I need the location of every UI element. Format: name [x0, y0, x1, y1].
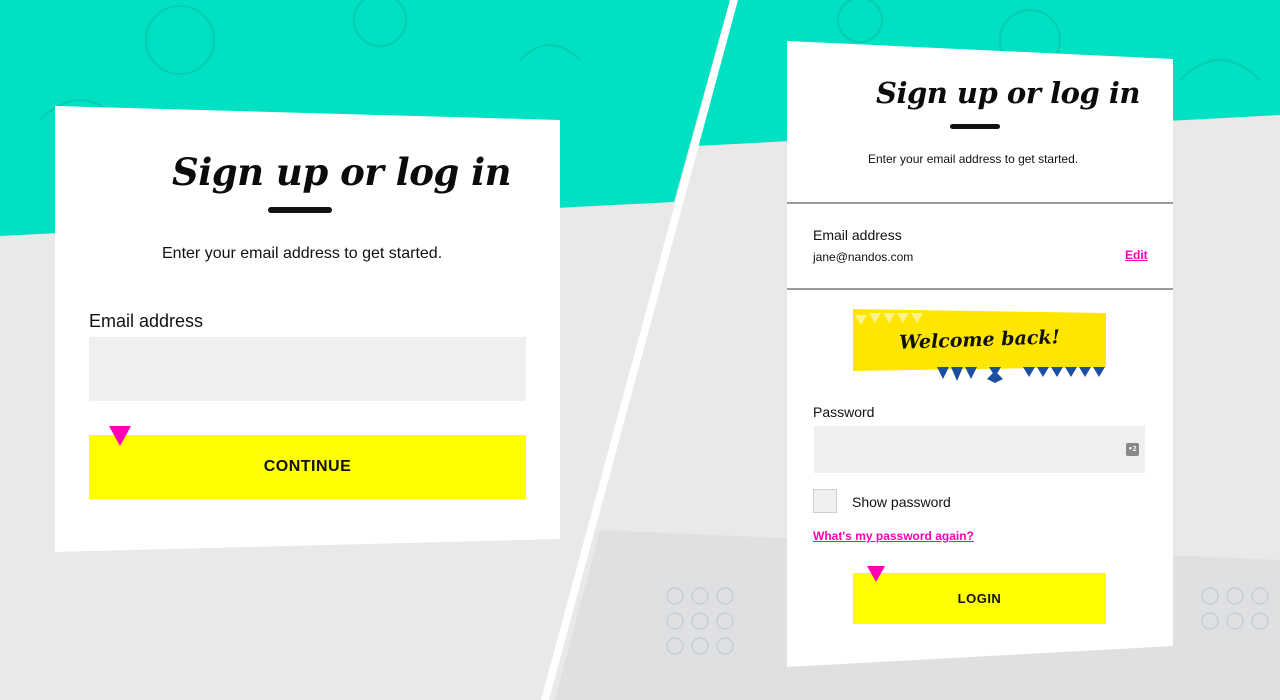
password-label: Password: [813, 404, 875, 420]
email-label-right: Email address: [813, 227, 902, 243]
divider-top: [787, 202, 1173, 204]
subtitle: Enter your email address to get started.: [162, 245, 443, 262]
edit-email-link[interactable]: Edit: [1125, 248, 1148, 262]
welcome-banner-text: Welcome back!: [898, 326, 1061, 354]
divider-bottom: [787, 288, 1173, 290]
email-label: Email address: [89, 311, 204, 331]
password-input[interactable]: [814, 426, 1145, 473]
title-underline: [268, 207, 332, 213]
key-icon[interactable]: •2: [1126, 443, 1139, 456]
subtitle-right: Enter your email address to get started.: [868, 152, 1079, 166]
page-title: Sign up or log in: [172, 150, 512, 194]
show-password-label[interactable]: Show password: [852, 494, 951, 510]
page-title-right: Sign up or log in: [876, 76, 1140, 110]
welcome-banner: Welcome back!: [853, 307, 1106, 383]
email-input[interactable]: [89, 337, 526, 401]
show-password-checkbox[interactable]: [813, 489, 837, 513]
title-underline-right: [950, 124, 1000, 129]
button-notch-icon: [109, 426, 131, 446]
continue-button[interactable]: CONTINUE: [89, 435, 526, 499]
login-button-notch-icon: [867, 566, 885, 582]
forgot-password-link[interactable]: What's my password again?: [813, 529, 974, 543]
email-value: jane@nandos.com: [813, 250, 914, 264]
login-button[interactable]: LOGIN: [853, 573, 1106, 624]
